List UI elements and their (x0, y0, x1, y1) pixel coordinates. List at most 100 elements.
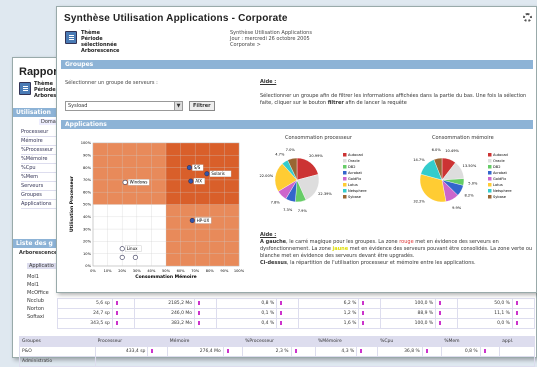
legend-swatch (343, 177, 347, 181)
legend-swatch (343, 153, 347, 157)
cell: 1,2 % (298, 308, 360, 319)
point-label-text: S/S (194, 165, 201, 170)
col-header[interactable]: Groupes (19, 336, 96, 347)
y-axis-label: Utilisation Processeur (69, 175, 75, 232)
scatter-point[interactable] (204, 171, 210, 177)
nav-item[interactable]: %Cpu (21, 164, 61, 173)
document-icon (65, 31, 77, 44)
legend-swatch (343, 195, 347, 199)
y-tick-label: 80% (83, 166, 92, 170)
point-label-text: Linux (127, 246, 138, 251)
nav-item[interactable]: Applications (21, 200, 61, 209)
scatter-point[interactable] (186, 165, 192, 171)
slice-label: 7.0% (286, 148, 296, 152)
point-label: Windows (127, 179, 150, 186)
point-label-text: Solaris (211, 171, 224, 176)
nav-item[interactable]: Groupes (21, 191, 61, 200)
back-title: Rapport (19, 66, 62, 78)
slice-label: 22.39% (318, 192, 332, 196)
nav-item[interactable]: Serveurs (21, 182, 61, 191)
scatter-point[interactable] (189, 217, 195, 223)
scatter-point[interactable] (122, 179, 128, 185)
col-header[interactable]: %Mémoire (314, 336, 379, 347)
point-label-text: Windows (130, 180, 148, 185)
legend-label: Sybase (493, 195, 507, 199)
legend-label: Lotus (348, 183, 358, 187)
document-icon (19, 82, 31, 95)
sidebar-tab[interactable]: Utilisation (13, 108, 57, 117)
help-text: afin de lancer la requête (345, 100, 407, 106)
help-text: met en évidence des serveurs pouvant êtr… (349, 246, 533, 252)
legend-swatch (488, 195, 492, 199)
slice-label: 22.00% (259, 174, 273, 178)
app-name[interactable]: Ncclub (27, 297, 59, 305)
nav-item[interactable]: %Mem (21, 173, 61, 182)
meta-label: Arborescence (81, 48, 120, 54)
nav-item[interactable]: %Mémoire (21, 155, 61, 164)
help-title: Aide : (260, 232, 277, 238)
group-name[interactable]: P&O (19, 346, 96, 357)
y-tick-label: 70% (83, 178, 92, 182)
slice-label: 8.2% (465, 194, 475, 198)
x-tick-label: 40% (147, 269, 156, 273)
help-red: rouge (399, 239, 414, 245)
cell: 50,0 % (457, 298, 513, 309)
cell: 4,3 % (314, 346, 358, 357)
app-name[interactable]: McOffice (27, 289, 59, 297)
x-tick-label: 0% (90, 269, 96, 273)
app-col-header[interactable]: Applicatio (27, 263, 59, 269)
list-title: Liste des g (13, 239, 57, 248)
legend-swatch (488, 183, 492, 187)
cell: 36,8 % (377, 346, 423, 357)
scatter-point[interactable] (119, 246, 125, 252)
table-row: Administratio (19, 356, 536, 367)
y-tick-label: 0% (85, 264, 91, 268)
x-tick-label: 90% (220, 269, 229, 273)
apps-table: 5,6 sp 2185,2 Mo 0,8 % 6,2 % 100,0 % 50,… (57, 298, 536, 329)
cell: 276,4 Mo (166, 346, 224, 357)
chevron-down-icon[interactable]: ▼ (174, 102, 182, 110)
col-header[interactable]: %Cpu (377, 336, 443, 347)
help-chart: Aide : A gauche, le carré magique pour l… (260, 232, 536, 267)
table-row: 24,7 sp 246,0 Mo 0,1 % 1,2 % 88,9 % 11,1… (57, 308, 536, 319)
cell: 0,8 % (215, 298, 278, 309)
groups-section-header: Groupes (61, 60, 533, 69)
nav-item[interactable]: Mémoire (21, 137, 61, 146)
meta-value[interactable]: Corporate > (230, 42, 312, 48)
app-name[interactable]: Mol1 (27, 273, 59, 281)
app-list: Mol1 Mol1 McOffice Ncclub Norton Softaxi (27, 273, 59, 321)
app-name[interactable]: Softaxi (27, 313, 59, 321)
y-tick-label: 20% (83, 240, 92, 244)
legend-label: Netsphere (348, 189, 367, 193)
y-tick-label: 30% (83, 227, 92, 231)
app-name[interactable]: Norton (27, 305, 59, 313)
pie-chart-memory: 10.49% 13.50% 5.0% 8.2% 9.9% 32.2% 14.7% 6.0% Au… (413, 148, 512, 210)
group-select[interactable]: Sysload ▼ (65, 101, 183, 111)
col-header[interactable]: %Processeur (242, 336, 316, 347)
nav-item[interactable]: %Processeur (21, 146, 61, 155)
point-label: Solaris (209, 170, 232, 177)
slice-label: 7.8% (271, 201, 281, 205)
col-header[interactable]: appl. (499, 336, 535, 347)
zone-bottomright (166, 204, 239, 266)
scatter-point[interactable] (119, 254, 125, 260)
groups-table: Groupes Processeur Mémoire %Processeur %… (19, 336, 536, 367)
group-name[interactable]: Administratio (19, 356, 96, 367)
legend-label: GoldFix (493, 177, 507, 181)
legend-label: Oracle (493, 159, 505, 163)
scatter-point[interactable] (188, 178, 194, 184)
y-tick-label: 50% (83, 203, 92, 207)
arbo-label: Arborescence (19, 250, 58, 256)
cell: 433,4 sp (94, 346, 149, 357)
help-title: Aide : (260, 79, 277, 85)
help-bold: A gauche (260, 239, 287, 245)
col-header[interactable]: %Mem (441, 336, 501, 347)
filter-button[interactable]: Filtrer (189, 101, 215, 111)
col-header[interactable]: Mémoire (166, 336, 244, 347)
y-tick-label: 90% (83, 154, 92, 158)
app-name[interactable]: Mol1 (27, 281, 59, 289)
nav-item[interactable]: Processeur (21, 128, 61, 137)
scatter-point[interactable] (132, 254, 138, 260)
gear-icon[interactable] (523, 13, 532, 22)
col-header[interactable]: Processeur (94, 336, 168, 347)
